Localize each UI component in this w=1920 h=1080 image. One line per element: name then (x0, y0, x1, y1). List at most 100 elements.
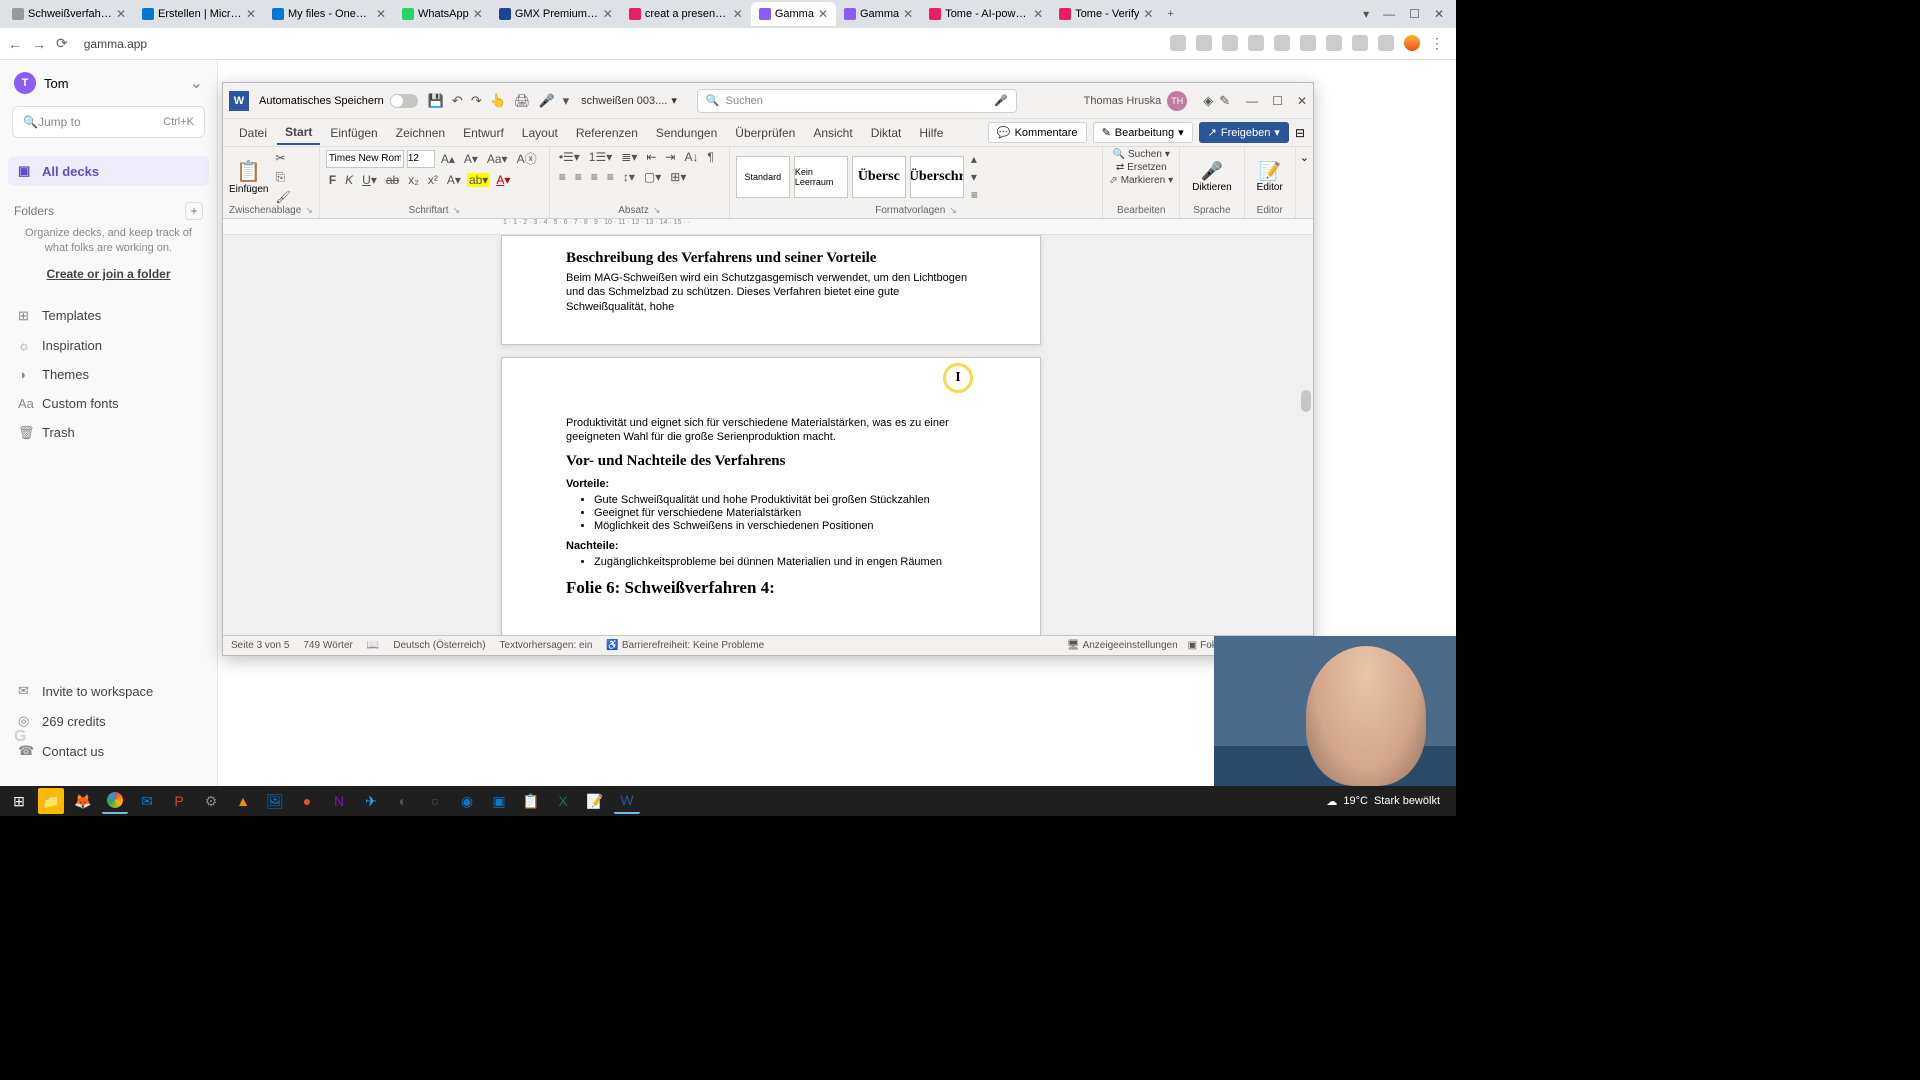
tab-zeichnen[interactable]: Zeichnen (388, 122, 453, 144)
tab-0[interactable]: Schweißverfahren✕ (4, 2, 134, 26)
tab-entwurf[interactable]: Entwurf (455, 122, 512, 144)
line-spacing-button[interactable]: ↕▾ (620, 169, 638, 185)
tab-7[interactable]: Gamma✕ (836, 2, 921, 26)
dialog-launcher-icon[interactable]: ↘ (653, 205, 661, 216)
scrollbar-thumb[interactable] (1301, 390, 1311, 412)
style-no-spacing[interactable]: Kein Leerraum (794, 156, 848, 198)
document-page[interactable]: Produktivität und eignet sich für versch… (501, 357, 1041, 635)
extension-icon[interactable] (1170, 35, 1186, 51)
tab-sendungen[interactable]: Sendungen (648, 122, 725, 144)
sidebar-item-custom-fonts[interactable]: AaCustom fonts (8, 389, 209, 418)
tab-datei[interactable]: Datei (231, 122, 275, 144)
tab-referenzen[interactable]: Referenzen (568, 122, 646, 144)
taskbar-onenote[interactable]: N (326, 788, 352, 814)
multilevel-list-button[interactable]: ≣▾ (618, 149, 640, 165)
dialog-launcher-icon[interactable]: ↘ (305, 205, 313, 216)
sidebar-item-templates[interactable]: ⊞Templates (8, 301, 209, 331)
editing-mode-button[interactable]: ✎Bearbeitung▾ (1093, 122, 1193, 143)
tab-hilfe[interactable]: Hilfe (911, 122, 951, 144)
forward-button[interactable]: → (32, 36, 46, 52)
format-painter-button[interactable]: 🖌 (272, 189, 293, 205)
taskbar-outlook[interactable]: ✉ (134, 788, 160, 814)
doc-paragraph[interactable]: Beim MAG-Schweißen wird ein Schutzgasgem… (566, 271, 976, 314)
tab-layout[interactable]: Layout (514, 122, 566, 144)
copy-button[interactable]: ⎘ (272, 169, 293, 186)
pen-icon[interactable]: ✎ (1219, 93, 1230, 109)
extension-icon[interactable] (1300, 35, 1316, 51)
side-panel-icon[interactable] (1378, 35, 1394, 51)
taskbar-vlc[interactable]: ▲ (230, 788, 256, 814)
extension-icon[interactable] (1196, 35, 1212, 51)
underline-button[interactable]: U▾ (359, 172, 380, 188)
cut-button[interactable]: ✂ (272, 150, 293, 166)
workspace-selector[interactable]: T Tom ⌄ (0, 60, 217, 106)
align-center-button[interactable]: ≡ (572, 169, 585, 185)
start-button[interactable]: ⊞ (6, 788, 32, 814)
reload-button[interactable]: ⟳ (56, 35, 68, 52)
style-heading2[interactable]: Überschr (910, 156, 964, 198)
jump-to-search[interactable]: 🔍 Jump to Ctrl+K (12, 106, 205, 138)
doc-list-item[interactable]: Möglichkeit des Schweißens in verschiede… (594, 520, 976, 532)
mic-button[interactable]: 🎤 (538, 93, 554, 109)
qat-dropdown[interactable]: ▾ (563, 93, 570, 109)
tab-diktat[interactable]: Diktat (863, 122, 910, 144)
mic-icon[interactable]: 🎤 (994, 94, 1008, 107)
document-name[interactable]: schweißen 003....▾ (581, 94, 677, 107)
tab-ansicht[interactable]: Ansicht (805, 122, 860, 144)
decrease-indent-button[interactable]: ⇤ (643, 149, 659, 165)
subscript-button[interactable]: x₂ (405, 172, 422, 188)
minimize-icon[interactable]: — (1383, 7, 1395, 21)
save-button[interactable]: 💾 (428, 93, 444, 109)
show-marks-button[interactable]: ¶ (704, 149, 716, 165)
language-selector[interactable]: Deutsch (Österreich) (393, 640, 485, 651)
share-button[interactable]: ↗Freigeben▾ (1199, 122, 1289, 143)
strikethrough-button[interactable]: ab (383, 172, 402, 188)
doc-list-item[interactable]: Gute Schweißqualität und hohe Produktivi… (594, 494, 976, 506)
spell-check-icon[interactable]: 📖 (367, 640, 379, 651)
minimize-icon[interactable]: — (1246, 94, 1258, 108)
text-effects-button[interactable]: A▾ (444, 172, 464, 188)
shrink-font-button[interactable]: A▾ (461, 151, 481, 167)
taskbar-chrome[interactable] (102, 788, 128, 814)
bold-button[interactable]: F (326, 172, 339, 188)
taskbar-telegram[interactable]: ✈ (358, 788, 384, 814)
tab-start[interactable]: Start (277, 121, 320, 145)
diamond-icon[interactable]: ◈ (1203, 93, 1213, 109)
superscript-button[interactable]: x² (425, 172, 441, 188)
sidebar-item-trash[interactable]: 🗑Trash (8, 418, 209, 448)
doc-heading[interactable]: Folie 6: Schweißverfahren 4: (566, 578, 976, 598)
bookmark-icon[interactable] (1248, 35, 1264, 51)
styles-gallery-expand[interactable]: ≡ (968, 187, 981, 203)
search-input[interactable]: 🔍 Suchen 🎤 (697, 89, 1017, 113)
avatar[interactable]: TH (1167, 91, 1187, 111)
taskbar-excel[interactable]: X (550, 788, 576, 814)
extension-icon[interactable] (1274, 35, 1290, 51)
replace-button[interactable]: ⇄Ersetzen (1116, 162, 1167, 173)
extension-icon[interactable] (1222, 35, 1238, 51)
sort-button[interactable]: A↓ (681, 149, 701, 165)
paste-button[interactable]: 📋Einfügen (229, 159, 268, 195)
close-icon[interactable]: ✕ (116, 7, 126, 21)
font-size-select[interactable] (407, 150, 435, 168)
align-left-button[interactable]: ≡ (556, 169, 569, 185)
find-button[interactable]: 🔍Suchen▾ (1113, 149, 1170, 160)
doc-heading[interactable]: Beschreibung des Verfahrens und seiner V… (566, 250, 976, 267)
horizontal-ruler[interactable]: 1 · 1 · 2 · 3 · 4 · 5 · 6 · 7 · 8 · 9 · … (223, 219, 1313, 235)
present-icon[interactable]: ⊟ (1295, 126, 1305, 140)
create-folder-link[interactable]: Create or join a folder (0, 267, 217, 281)
close-icon[interactable]: ✕ (733, 7, 743, 21)
align-right-button[interactable]: ≡ (588, 169, 601, 185)
close-icon[interactable]: ✕ (473, 7, 483, 21)
close-icon[interactable]: ✕ (1434, 7, 1444, 21)
style-heading1[interactable]: Übersc (852, 156, 906, 198)
tab-ueberpruefen[interactable]: Überprüfen (727, 122, 803, 144)
comments-button[interactable]: 💬Kommentare (988, 122, 1087, 143)
redo-button[interactable]: ↷ (471, 93, 482, 109)
close-icon[interactable]: ✕ (1033, 7, 1043, 21)
highlight-button[interactable]: ab▾ (467, 173, 490, 187)
numbering-button[interactable]: 1☰▾ (586, 149, 615, 165)
justify-button[interactable]: ≡ (604, 169, 617, 185)
taskbar-file-explorer[interactable]: 📁 (38, 788, 64, 814)
maximize-icon[interactable]: ☐ (1409, 7, 1420, 21)
sidebar-item-invite[interactable]: ✉Invite to workspace (8, 676, 209, 706)
